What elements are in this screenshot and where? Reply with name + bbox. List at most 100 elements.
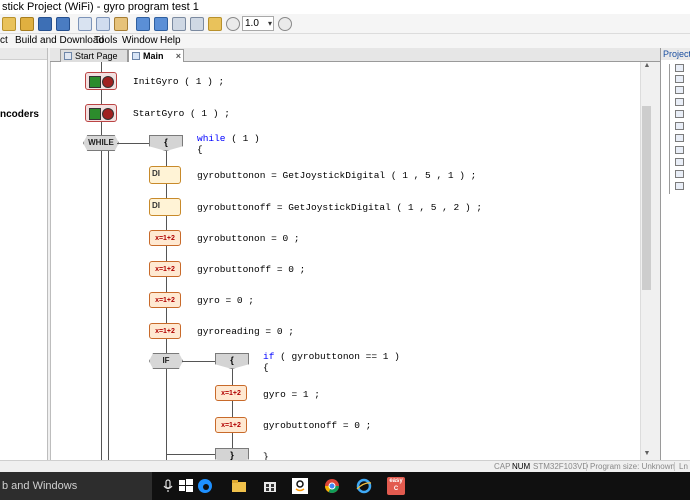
open-icon[interactable] [2, 17, 16, 31]
page-icon [64, 52, 72, 60]
copy-icon[interactable] [96, 17, 110, 31]
scroll-down-icon[interactable]: ▼ [641, 450, 653, 460]
edge-browser-icon[interactable] [197, 478, 213, 494]
code-line-5: gyro = 0 ; [197, 295, 255, 306]
flowchart-editor[interactable]: InitGyro ( 1 ) ; StartGyro ( 1 ) ; WHILE… [50, 62, 640, 460]
code-line-2: gyrobuttonoff = GetJoystickDigital ( 1 ,… [197, 202, 483, 213]
tab-start-page-label: Start Page [75, 51, 118, 61]
search-box[interactable]: b and Windows [0, 472, 152, 500]
tree-item-icon[interactable] [675, 134, 684, 142]
code-line-open-brace-2: { [263, 362, 269, 373]
internet-explorer-icon[interactable] [356, 478, 372, 494]
folder-icon[interactable] [208, 17, 222, 31]
status-separator [586, 462, 587, 471]
joystick-digital-block[interactable]: DI [149, 198, 181, 216]
assignment-block[interactable]: x=1+2 [149, 292, 181, 308]
flow-line [117, 143, 149, 144]
project-explorer-header: Project E [661, 48, 690, 60]
file-explorer-icon[interactable] [231, 478, 247, 494]
open-brace-block[interactable]: { [149, 135, 183, 151]
page-icon [132, 52, 140, 60]
new-project-icon[interactable] [20, 17, 34, 31]
init-gyro-block[interactable] [85, 72, 117, 90]
menu-build-and-download[interactable]: Build and Download [15, 34, 104, 48]
if-block[interactable]: IF [149, 353, 183, 369]
menu-project[interactable]: ct [0, 34, 8, 48]
microphone-icon[interactable] [160, 478, 176, 494]
code-line-8: gyrobuttonoff = 0 ; [263, 420, 372, 431]
din-label: DI [152, 169, 160, 178]
scrollbar-thumb[interactable] [642, 106, 651, 290]
download-icon[interactable] [190, 17, 204, 31]
build-icon[interactable] [172, 17, 186, 31]
zoom-in-icon[interactable] [226, 17, 240, 31]
code-line-3: gyrobuttonon = 0 ; [197, 233, 300, 244]
tab-strip: Start Page Main × [50, 48, 660, 63]
chrome-icon[interactable] [324, 478, 340, 494]
save-icon[interactable] [38, 17, 52, 31]
tab-main[interactable]: Main × [128, 49, 184, 63]
menu-bar: ct Build and Download Tools Window Help [0, 34, 690, 48]
store-icon[interactable] [262, 478, 278, 494]
status-cap: CAP [494, 462, 511, 471]
flow-line [101, 151, 102, 460]
tree-item-icon[interactable] [675, 110, 684, 118]
tab-start-page[interactable]: Start Page [60, 49, 128, 62]
save-all-icon[interactable] [56, 17, 70, 31]
tree-item-icon[interactable] [675, 75, 684, 83]
tree-item-icon[interactable] [675, 158, 684, 166]
status-num: NUM [512, 462, 531, 471]
assignment-block[interactable]: x=1+2 [215, 385, 247, 401]
assignment-block[interactable]: x=1+2 [149, 230, 181, 246]
zoom-out-icon[interactable] [278, 17, 292, 31]
assignment-block[interactable]: x=1+2 [149, 261, 181, 277]
amazon-icon[interactable] [292, 478, 308, 494]
paste-icon[interactable] [114, 17, 128, 31]
tree-item-icon[interactable] [675, 86, 684, 94]
vertical-scrollbar[interactable]: ▲ ▼ [640, 62, 652, 460]
taskbar: b and Windows easy C [0, 472, 690, 500]
tree-item-icon[interactable] [675, 64, 684, 72]
joystick-digital-block[interactable]: DI [149, 166, 181, 184]
code-line-while: while ( 1 ) [197, 133, 260, 144]
tree-item-icon[interactable] [675, 170, 684, 178]
easyc-app-icon[interactable]: easy C [387, 477, 405, 495]
code-line-if: if ( gyrobuttonon == 1 ) [263, 351, 400, 362]
start-gyro-block[interactable] [85, 104, 117, 122]
keyword-while: while [197, 133, 226, 144]
code-line-close-brace: } [263, 451, 269, 460]
windows-start-icon[interactable] [178, 478, 194, 494]
undo-icon[interactable] [136, 17, 150, 31]
redo-icon[interactable] [154, 17, 168, 31]
tree-item-icon[interactable] [675, 98, 684, 106]
flow-line [108, 151, 109, 460]
code-line-init-gyro: InitGyro ( 1 ) ; [133, 76, 225, 87]
menu-help[interactable]: Help [160, 34, 181, 48]
flow-line [182, 361, 215, 362]
while-condition: ( 1 ) [225, 133, 260, 144]
close-brace-block[interactable]: } [215, 448, 249, 460]
open-brace-block[interactable]: { [215, 353, 249, 369]
flow-line [232, 367, 233, 460]
menu-window[interactable]: Window [122, 34, 158, 48]
toolbar: 1.0 ▾ [0, 14, 690, 34]
code-line-open-brace: { [197, 144, 203, 155]
scroll-up-icon[interactable]: ▲ [641, 62, 653, 72]
zoom-select[interactable]: 1.0 ▾ [242, 16, 274, 31]
status-program-size: Program size: Unknown [590, 462, 675, 471]
assignment-block[interactable]: x=1+2 [149, 323, 181, 339]
tree-item-icon[interactable] [675, 122, 684, 130]
assignment-block[interactable]: x=1+2 [215, 417, 247, 433]
tree-item-icon[interactable] [675, 182, 684, 190]
code-line-start-gyro: StartGyro ( 1 ) ; [133, 108, 230, 119]
status-bar: CAP NUM STM32F103VD Program size: Unknow… [0, 460, 690, 472]
left-panel-header [0, 48, 47, 60]
tree-item-icon[interactable] [675, 146, 684, 154]
close-icon[interactable]: × [176, 50, 181, 62]
cut-icon[interactable] [78, 17, 92, 31]
while-block[interactable]: WHILE [83, 135, 119, 151]
left-panel-label[interactable]: ncoders [0, 109, 39, 120]
code-line-6: gyroreading = 0 ; [197, 326, 294, 337]
menu-tools[interactable]: Tools [94, 34, 117, 48]
din-label: DI [152, 201, 160, 210]
